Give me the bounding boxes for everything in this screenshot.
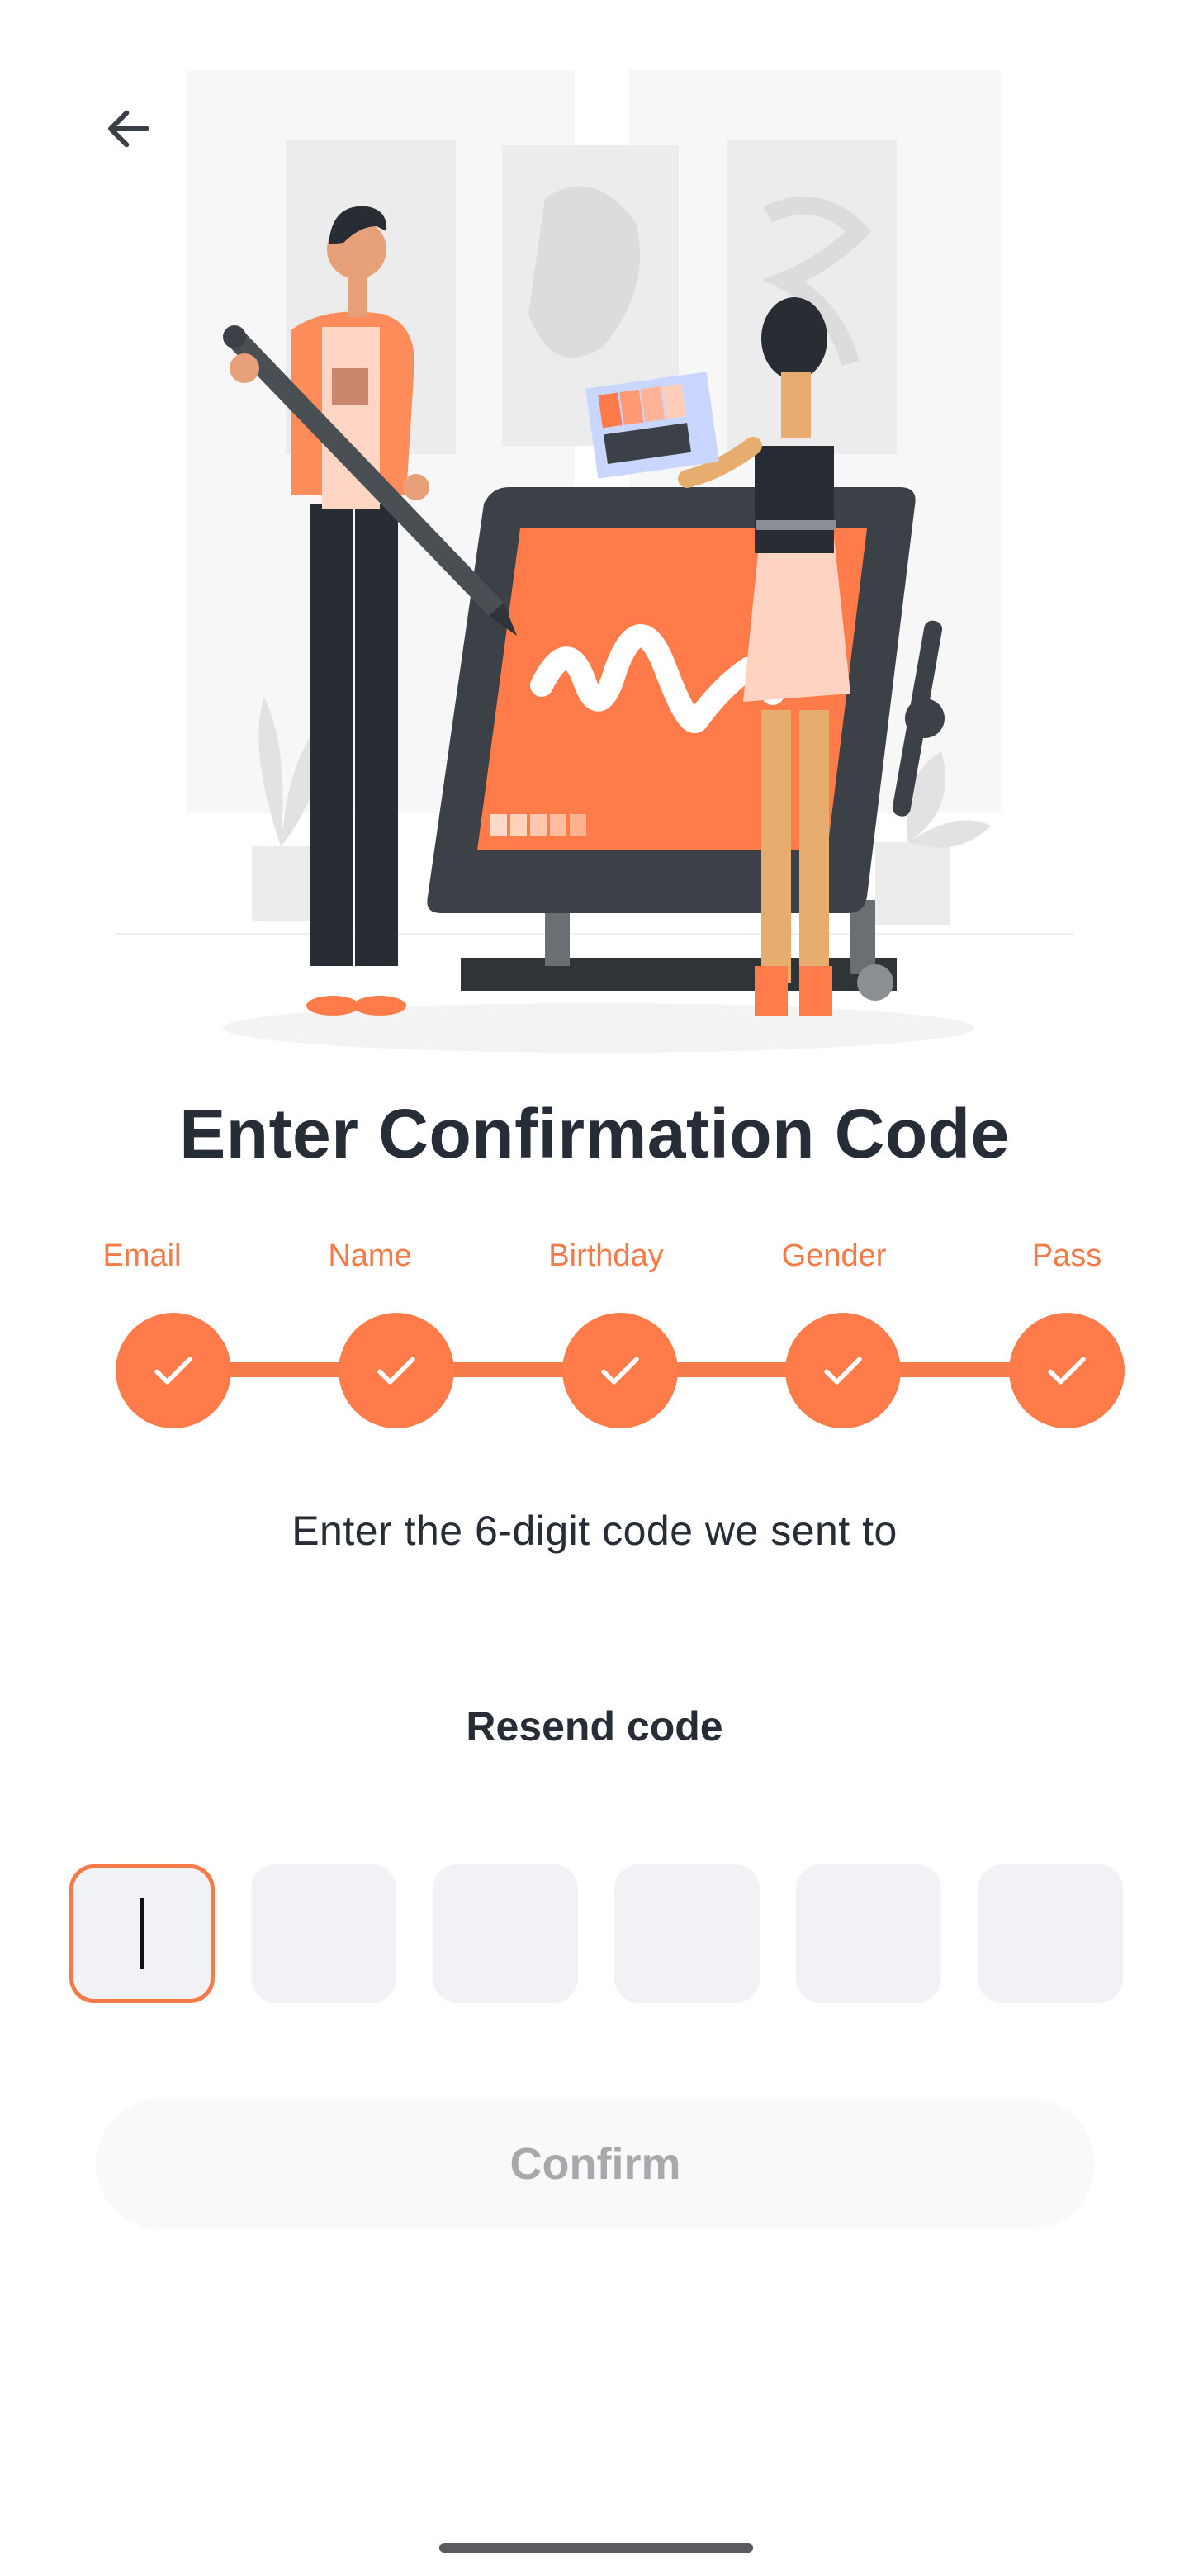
step-label-name: Name bbox=[328, 1238, 412, 1273]
step-circle-gender bbox=[785, 1313, 901, 1428]
code-digit-4[interactable] bbox=[614, 1864, 760, 2003]
code-input-row bbox=[69, 1864, 1126, 2003]
code-digit-3[interactable] bbox=[433, 1864, 578, 2003]
page-title: Enter Confirmation Code bbox=[179, 1095, 1010, 1172]
check-icon bbox=[1048, 1357, 1086, 1385]
check-icon bbox=[377, 1357, 415, 1385]
confirm-button[interactable]: Confirm bbox=[96, 2099, 1095, 2229]
code-digit-1[interactable] bbox=[69, 1864, 215, 2003]
step-label-email: Email bbox=[102, 1238, 182, 1273]
step-circle-name bbox=[339, 1313, 454, 1428]
resend-code-link[interactable]: Resend code bbox=[0, 1702, 1189, 1750]
text-caret bbox=[140, 1898, 144, 1969]
check-icon bbox=[824, 1357, 862, 1385]
code-digit-6[interactable] bbox=[978, 1864, 1123, 2003]
check-icon bbox=[601, 1357, 639, 1385]
step-circle-pass bbox=[1009, 1313, 1125, 1428]
check-icon bbox=[154, 1357, 192, 1385]
hero-illustration bbox=[83, 58, 1106, 1065]
step-label-pass: Pass bbox=[1031, 1238, 1102, 1273]
code-digit-5[interactable] bbox=[796, 1864, 941, 2003]
instructions-text: Enter the 6-digit code we sent to bbox=[291, 1508, 898, 1554]
step-label-birthday: Birthday bbox=[548, 1238, 664, 1273]
progress-stepper: Email Name Birthday Gender Pass bbox=[0, 1238, 1189, 1453]
home-indicator[interactable] bbox=[439, 2543, 753, 2553]
code-digit-2[interactable] bbox=[251, 1864, 396, 2003]
step-label-gender: Gender bbox=[781, 1238, 887, 1273]
step-circle-email bbox=[116, 1313, 231, 1428]
step-circle-birthday bbox=[562, 1313, 678, 1428]
